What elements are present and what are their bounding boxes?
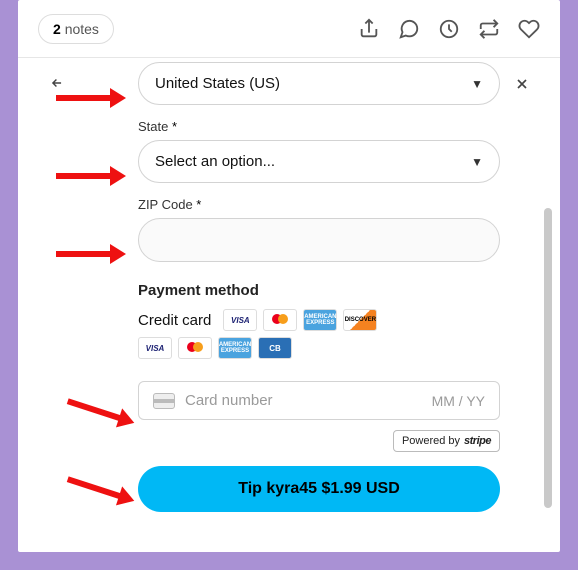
payment-method-heading: Payment method [138,282,500,299]
card-logos-secondary: VISA AMERICANEXPRESS CB [138,337,318,359]
notes-pill[interactable]: 2 notes [38,14,114,44]
arrow-annotation [56,242,126,266]
amex-icon: AMERICANEXPRESS [303,309,337,331]
country-select[interactable]: United States (US) ▼ [138,62,500,105]
stripe-logo: stripe [464,435,491,447]
modal-area: United States (US) ▼ State Select an opt… [18,58,560,552]
country-value: United States (US) [155,75,280,92]
discover-icon: DISCOVER [343,309,377,331]
arrow-annotation [56,86,126,110]
visa-icon: VISA [223,309,257,331]
share-icon[interactable] [358,18,380,40]
zip-label: ZIP Code [138,197,500,212]
card-logos-primary: VISA AMERICANEXPRESS DISCOVER [223,309,377,331]
arrow-annotation [64,468,138,512]
state-placeholder: Select an option... [155,153,275,170]
form-column: United States (US) ▼ State Select an opt… [138,62,500,542]
inner-area: 2 notes [18,0,560,552]
top-bar: 2 notes [18,0,560,58]
arrow-annotation [56,164,126,188]
clock-icon[interactable] [438,18,460,40]
notes-count: 2 [53,21,61,37]
visa-icon: VISA [138,337,172,359]
chevron-down-icon: ▼ [471,155,483,169]
credit-card-row: Credit card VISA AMERICANEXPRESS DISCOVE… [138,309,500,331]
back-button[interactable] [48,76,66,95]
amex-icon: AMERICANEXPRESS [218,337,252,359]
reblog-icon[interactable] [478,18,500,40]
chevron-down-icon: ▼ [471,77,483,91]
cb-icon: CB [258,337,292,359]
arrow-annotation [64,390,138,434]
card-number-input[interactable]: Card number MM / YY [138,381,500,420]
state-select[interactable]: Select an option... ▼ [138,140,500,183]
top-icons [358,18,540,40]
notes-label: notes [65,21,99,37]
powered-by-stripe[interactable]: Powered by stripe [393,430,500,452]
zip-input[interactable] [138,218,500,262]
card-expiry-placeholder: MM / YY [432,393,485,409]
card-icon [153,393,175,409]
state-label: State [138,119,500,134]
scrollbar[interactable] [544,208,552,508]
tip-button-label: Tip kyra45 $1.99 USD [238,480,400,497]
mastercard-icon [263,309,297,331]
close-button[interactable] [514,76,530,97]
app-frame: 2 notes [18,0,560,552]
card-number-placeholder: Card number [185,392,422,409]
tip-button[interactable]: Tip kyra45 $1.99 USD [138,466,500,512]
credit-card-label: Credit card [138,312,211,329]
mastercard-icon [178,337,212,359]
heart-icon[interactable] [518,18,540,40]
powered-pre: Powered by [402,435,460,447]
powered-row: Powered by stripe [138,430,500,452]
comment-icon[interactable] [398,18,420,40]
